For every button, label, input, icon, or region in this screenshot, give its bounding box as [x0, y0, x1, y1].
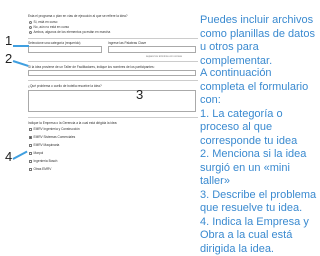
arrow-4-icon [12, 151, 27, 160]
idea-form: Esta el programa o plan en vías de ejecu… [28, 4, 198, 238]
divider [28, 80, 198, 81]
workshop-label: Si la idea proviene de un Taller de Faci… [28, 65, 154, 69]
divider [28, 117, 198, 118]
company-option-3[interactable]: EMRV Maquinaria [29, 143, 59, 147]
checkbox-icon[interactable] [29, 152, 32, 155]
checkbox-icon[interactable] [29, 160, 32, 163]
keywords-label: Ingrese las Palabras Clave [108, 41, 146, 45]
divider [28, 38, 198, 39]
step-marker-4: 4 [5, 150, 12, 163]
checkbox-icon[interactable] [29, 168, 32, 171]
checkbox-icon[interactable] [29, 136, 32, 139]
company-label: Indique la Empresa o la Gerencia a la cu… [28, 121, 117, 125]
instructions-steps: A continuación completa el formulario co… [200, 67, 318, 256]
company-option-5[interactable]: Ingeniería Bosch [29, 159, 57, 163]
intro-text: Puedes incluir archivos como planillas d… [200, 14, 318, 68]
step-4-text: 4. Indica la Empresa y Obra a la cual es… [200, 216, 318, 256]
step-3-text: 3. Describe el problema que resuelve tu … [200, 189, 318, 216]
category-select[interactable] [28, 46, 102, 53]
company-option-6[interactable]: Otras EMRV [29, 167, 51, 171]
keywords-hint: separe los términos con comas [146, 55, 182, 58]
problem-textarea[interactable] [28, 90, 196, 112]
divider [28, 61, 198, 62]
radio-icon[interactable] [29, 31, 32, 34]
step-1-text: 1. La categoría o proceso al que corresp… [200, 108, 318, 149]
category-label: Seleccione una categoría (requerido) [28, 41, 80, 45]
keywords-input[interactable] [108, 46, 196, 53]
q1-option-2[interactable]: No, aún no está en curso [29, 25, 69, 29]
arrow-2-icon [13, 60, 29, 67]
step-marker-1: 1 [5, 34, 12, 47]
lead-text: A continuación completa el formulario co… [200, 67, 318, 108]
radio-icon[interactable] [29, 21, 32, 24]
company-option-1[interactable]: EMRV Ingeniería y Construcción [29, 127, 80, 131]
q1-label: Esta el programa o plan en vías de ejecu… [28, 14, 128, 18]
instructions-intro: Puedes incluir archivos como planillas d… [200, 14, 318, 68]
step-marker-2: 2 [5, 52, 12, 65]
workshop-input[interactable] [28, 70, 196, 76]
radio-icon[interactable] [29, 26, 32, 29]
problem-label: ¿Qué problema o cuello de botella resuel… [28, 84, 102, 88]
q1-option-1[interactable]: Sí, está en curso [29, 20, 57, 24]
step-marker-3: 3 [136, 88, 143, 101]
company-option-4[interactable]: Marpol [29, 151, 43, 155]
company-option-2[interactable]: EMRV Sistemas Comerciales [29, 135, 75, 139]
q1-option-3[interactable]: Ambos, algunos de los elementos ya están… [29, 30, 110, 34]
arrow-1-icon [13, 45, 29, 47]
checkbox-icon[interactable] [29, 128, 32, 131]
step-2-text: 2. Menciona si la idea surgió en un «min… [200, 148, 318, 189]
checkbox-icon[interactable] [29, 144, 32, 147]
